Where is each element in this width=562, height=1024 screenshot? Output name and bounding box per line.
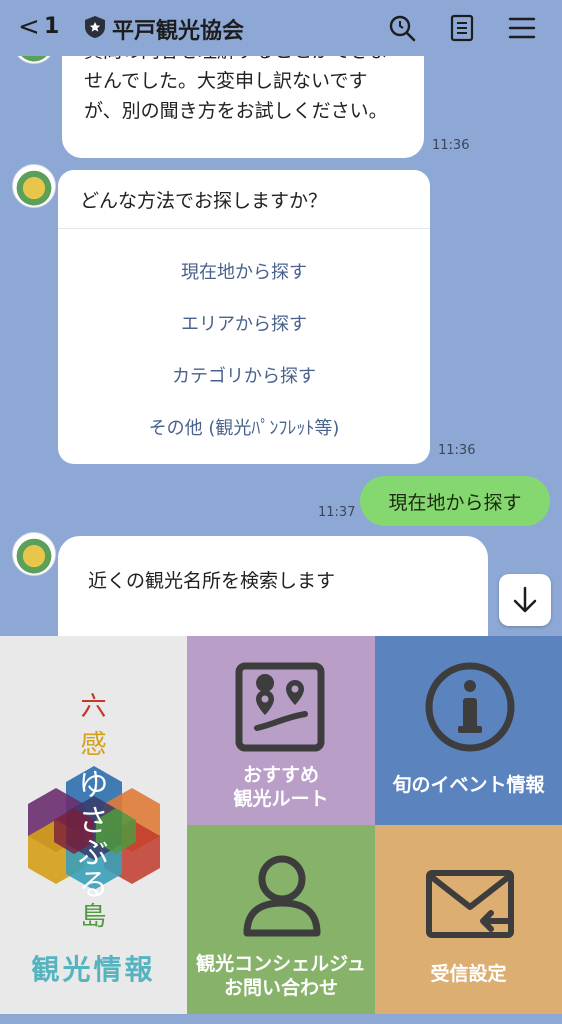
- receive-label: 受信設定: [430, 963, 507, 985]
- event-label: 旬のイベント情報: [392, 774, 545, 796]
- bot-message-bubble: 近くの観光名所を検索します: [58, 536, 488, 636]
- user-message-bubble: 現在地から探す: [360, 476, 550, 526]
- logo-char: 感: [80, 730, 107, 760]
- concierge-label-line2: お問い合わせ: [223, 977, 338, 999]
- chat-title: 平戸観光協会: [112, 19, 245, 44]
- verified-badge-icon: [85, 16, 105, 38]
- menu-icon[interactable]: [506, 12, 538, 44]
- avatar[interactable]: [12, 164, 56, 208]
- info-icon: [425, 662, 515, 752]
- tour-info-label: 観光情報: [31, 953, 156, 986]
- arrow-down-icon: [513, 586, 537, 613]
- menu-tour-info[interactable]: 六 感 ゆ さ ぶ る 島 観光情報: [0, 636, 187, 1014]
- menu-seasonal-events[interactable]: 旬のイベント情報: [375, 636, 562, 825]
- back-button[interactable]: <: [18, 12, 40, 42]
- menu-receive-settings[interactable]: 受信設定: [375, 825, 562, 1014]
- rich-menu: 六 感 ゆ さ ぶ る 島 観光情報 おすすめ 観光ルート 旬のイベント情報 観…: [0, 636, 562, 1024]
- logo-char: 島: [80, 902, 107, 932]
- menu-concierge-contact[interactable]: 観光コンシェルジュ お問い合わせ: [187, 825, 375, 1014]
- chat-header: < 1 平戸観光協会: [0, 0, 562, 56]
- option-category[interactable]: カテゴリから探す: [58, 362, 430, 388]
- user-message-text: 現在地から探す: [388, 492, 522, 514]
- concierge-label-line1: 観光コンシェルジュ: [196, 953, 366, 975]
- chat-area[interactable]: 質問の内容を理解することができませんでした。大変申し訳ないですが、別の聞き方をお…: [0, 0, 562, 636]
- timestamp: 11:37: [318, 505, 356, 520]
- notes-icon[interactable]: [446, 12, 478, 44]
- bot-message-text: 近くの観光名所を検索します: [88, 570, 336, 592]
- unread-count: 1: [44, 14, 60, 39]
- map-pin-icon: [235, 662, 325, 752]
- search-icon[interactable]: [386, 12, 418, 44]
- menu-recommended-route[interactable]: おすすめ 観光ルート: [187, 636, 375, 825]
- timestamp: 11:36: [432, 138, 470, 153]
- person-icon: [243, 855, 321, 937]
- avatar[interactable]: [12, 532, 56, 576]
- mail-icon: [426, 870, 514, 938]
- scroll-down-button[interactable]: [499, 574, 551, 626]
- route-label-line1: おすすめ: [242, 764, 319, 786]
- options-card: どんな方法でお探しますか？ 現在地から探す エリアから探す カテゴリから探す そ…: [58, 170, 430, 464]
- option-other[interactable]: その他 (観光ﾊﾟﾝﾌﾚｯﾄ等): [58, 414, 430, 440]
- route-label-line2: 観光ルート: [233, 788, 329, 810]
- option-area[interactable]: エリアから探す: [58, 310, 430, 336]
- card-question: どんな方法でお探しますか？: [80, 190, 328, 212]
- card-divider: [58, 228, 430, 229]
- timestamp: 11:36: [438, 443, 476, 458]
- logo-char: 六: [80, 692, 107, 722]
- option-current-location[interactable]: 現在地から探す: [58, 258, 430, 284]
